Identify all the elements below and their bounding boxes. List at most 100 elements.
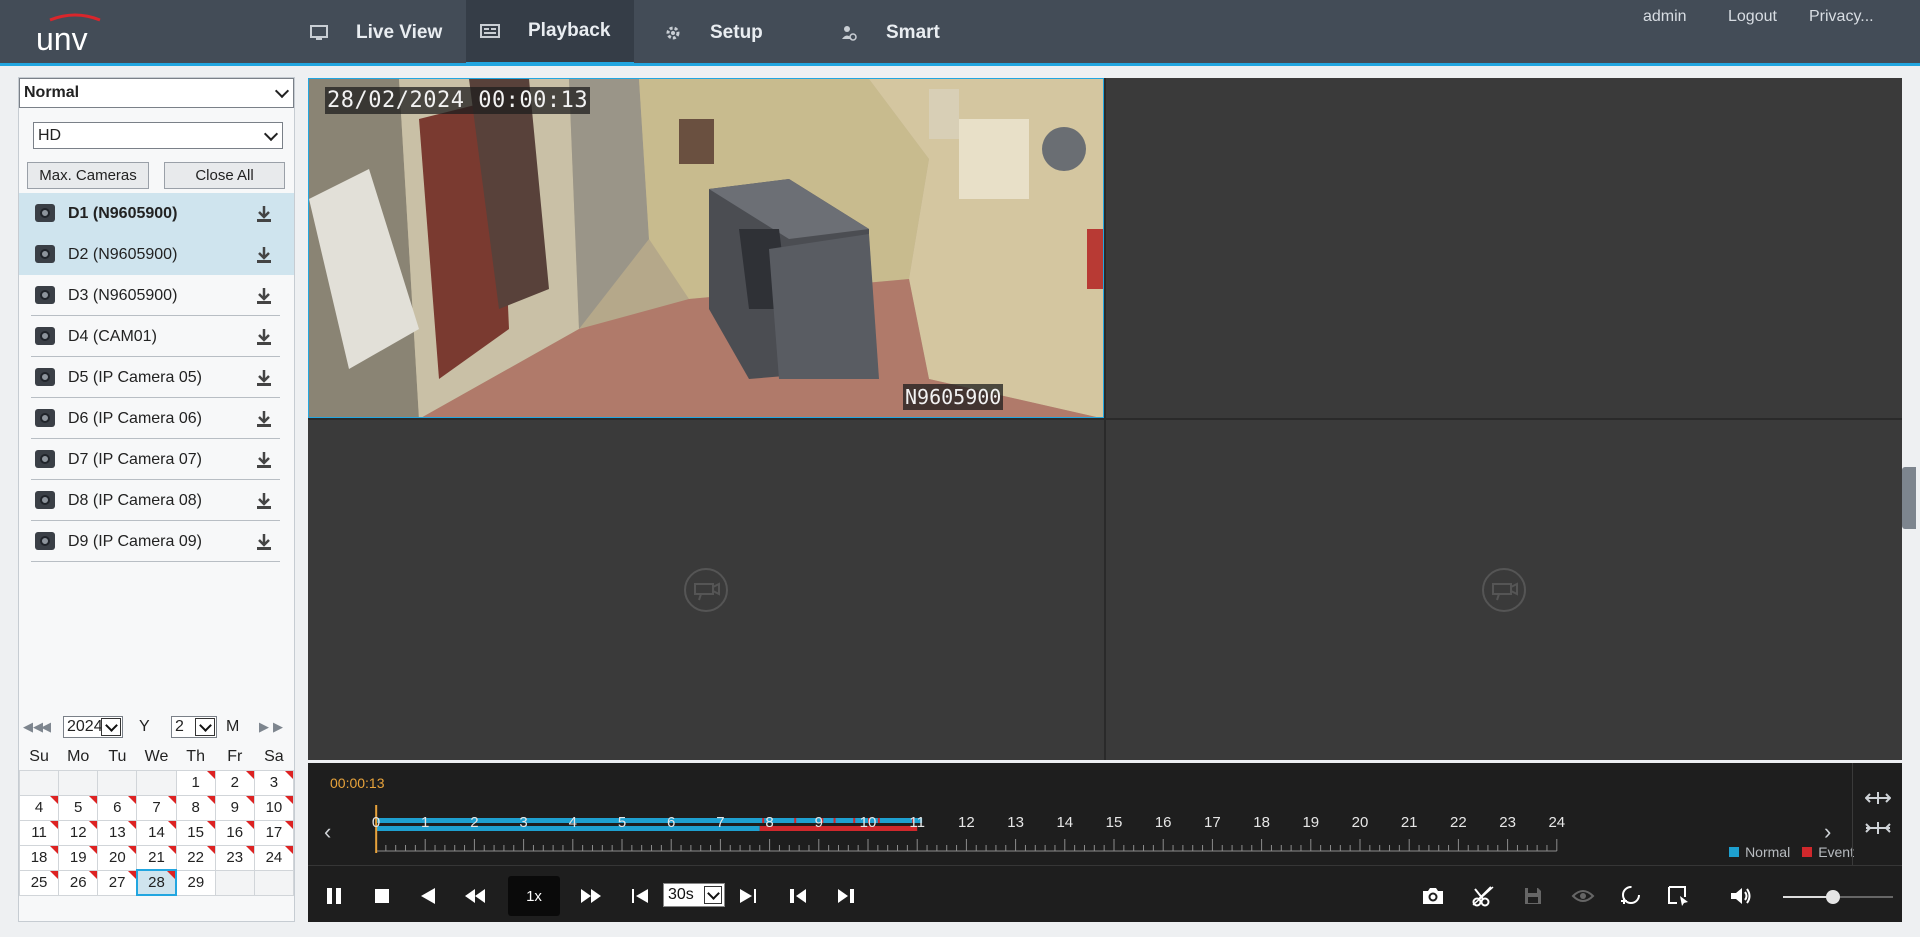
camera-item[interactable]: D4 (CAM01) bbox=[19, 316, 294, 357]
calendar-day[interactable]: 17 bbox=[253, 819, 295, 846]
calendar-day[interactable]: 19 bbox=[58, 844, 99, 871]
camera-item[interactable]: D7 (IP Camera 07) bbox=[19, 439, 294, 480]
calendar-day[interactable]: 1 bbox=[175, 769, 216, 796]
calendar-day[interactable]: 5 bbox=[58, 794, 99, 821]
previous-frame-button[interactable] bbox=[784, 876, 812, 916]
slow-down-button[interactable] bbox=[458, 876, 492, 916]
camera-item[interactable]: D1 (N9605900) bbox=[19, 193, 294, 234]
camera-item[interactable]: D6 (IP Camera 06) bbox=[19, 398, 294, 439]
calendar-day[interactable]: 8 bbox=[175, 794, 216, 821]
calendar-day[interactable]: 2 bbox=[214, 769, 255, 796]
calendar-day[interactable]: 28 bbox=[135, 869, 178, 896]
video-tile-4[interactable] bbox=[1106, 420, 1902, 760]
clip-button[interactable] bbox=[1468, 876, 1498, 916]
timeline-prev-icon[interactable]: ‹ bbox=[324, 819, 331, 845]
max-cameras-button[interactable]: Max. Cameras bbox=[27, 162, 149, 189]
calendar-day[interactable]: 15 bbox=[175, 819, 216, 846]
hour-label: 1 bbox=[421, 814, 430, 831]
month-select[interactable]: 2 bbox=[171, 716, 217, 738]
calendar-day[interactable]: 18 bbox=[18, 844, 60, 871]
calendar-day[interactable]: 9 bbox=[214, 794, 255, 821]
calendar-day[interactable]: 12 bbox=[58, 819, 99, 846]
calendar-empty-cell bbox=[253, 869, 295, 896]
download-icon[interactable] bbox=[256, 328, 272, 346]
snapshot-button[interactable] bbox=[1418, 876, 1448, 916]
mute-button[interactable] bbox=[1726, 876, 1756, 916]
next-year-icon[interactable]: ▶ bbox=[273, 719, 283, 735]
calendar-day[interactable]: 7 bbox=[136, 794, 177, 821]
privacy-link[interactable]: Privacy... bbox=[1809, 8, 1874, 26]
calendar-day[interactable]: 10 bbox=[253, 794, 295, 821]
stop-button[interactable] bbox=[368, 876, 396, 916]
calendar-day[interactable]: 25 bbox=[18, 869, 60, 896]
video-tile-1[interactable]: 28/02/2024 00:00:13 N9605900 bbox=[308, 78, 1104, 418]
jump-forward-button[interactable] bbox=[734, 876, 762, 916]
calendar-day[interactable]: 13 bbox=[97, 819, 138, 846]
previous-month-icon[interactable]: ◀ bbox=[41, 719, 51, 735]
download-icon[interactable] bbox=[256, 246, 272, 264]
camera-item[interactable]: D9 (IP Camera 09) bbox=[19, 521, 294, 562]
calendar-day[interactable]: 11 bbox=[18, 819, 60, 846]
nav-live-view[interactable]: Live View bbox=[296, 0, 460, 66]
video-tile-2[interactable] bbox=[1106, 78, 1902, 418]
volume-knob[interactable] bbox=[1825, 890, 1840, 904]
calendar-day[interactable]: 4 bbox=[18, 794, 60, 821]
previous-year-icon[interactable]: ◀◀ bbox=[23, 719, 43, 735]
camera-item[interactable]: D3 (N9605900) bbox=[19, 275, 294, 316]
calendar-day[interactable]: 14 bbox=[136, 819, 177, 846]
jump-back-button[interactable] bbox=[626, 876, 654, 916]
camera-item[interactable]: D2 (N9605900) bbox=[19, 234, 294, 275]
panel-collapse-handle[interactable] bbox=[1902, 467, 1916, 529]
event-marker bbox=[853, 818, 856, 823]
logout-link[interactable]: Logout bbox=[1728, 8, 1777, 26]
left-panel: Normal HD Max. Cameras Close All D1 (N96… bbox=[18, 77, 295, 922]
save-clip-button[interactable] bbox=[1518, 876, 1548, 916]
download-icon[interactable] bbox=[256, 410, 272, 428]
volume-slider[interactable] bbox=[1783, 890, 1893, 904]
download-icon[interactable] bbox=[256, 205, 272, 223]
nav-setup[interactable]: Setup bbox=[650, 0, 781, 66]
jump-interval-select[interactable]: 30s bbox=[663, 883, 725, 907]
stream-select[interactable]: HD bbox=[33, 122, 283, 149]
calendar-day[interactable]: 24 bbox=[253, 844, 295, 871]
calendar-day[interactable]: 6 bbox=[97, 794, 138, 821]
skip-forward-icon bbox=[740, 889, 756, 903]
download-icon[interactable] bbox=[256, 451, 272, 469]
normal-legend-label: Normal bbox=[1745, 844, 1791, 860]
calendar-day[interactable]: 26 bbox=[58, 869, 99, 896]
year-select[interactable]: 2024 bbox=[63, 716, 123, 738]
hour-label: 22 bbox=[1450, 814, 1467, 831]
3d-zoom-button[interactable] bbox=[1616, 876, 1646, 916]
calendar-day[interactable]: 3 bbox=[253, 769, 295, 796]
digital-zoom-button[interactable] bbox=[1568, 876, 1598, 916]
nav-playback[interactable]: Playback bbox=[466, 0, 634, 66]
calendar-day[interactable]: 22 bbox=[175, 844, 216, 871]
username-link[interactable]: admin bbox=[1643, 8, 1687, 26]
zoom-in-icon[interactable] bbox=[1865, 821, 1891, 835]
close-all-button[interactable]: Close All bbox=[164, 162, 285, 189]
download-icon[interactable] bbox=[256, 287, 272, 305]
calendar-day[interactable]: 20 bbox=[97, 844, 138, 871]
nav-smart[interactable]: Smart bbox=[826, 0, 958, 66]
tag-icon bbox=[1668, 886, 1688, 906]
pause-button[interactable] bbox=[320, 876, 348, 916]
camera-item[interactable]: D5 (IP Camera 05) bbox=[19, 357, 294, 398]
video-tile-3[interactable] bbox=[308, 420, 1104, 760]
tag-button[interactable] bbox=[1664, 876, 1694, 916]
zoom-out-icon[interactable] bbox=[1865, 791, 1891, 805]
calendar-day[interactable]: 29 bbox=[175, 869, 216, 896]
download-icon[interactable] bbox=[256, 533, 272, 551]
camera-item[interactable]: D8 (IP Camera 08) bbox=[19, 480, 294, 521]
calendar-day[interactable]: 23 bbox=[214, 844, 255, 871]
calendar-day[interactable]: 21 bbox=[136, 844, 177, 871]
playback-mode-select[interactable]: Normal bbox=[19, 78, 294, 108]
reverse-play-button[interactable] bbox=[414, 876, 442, 916]
zoom-rotate-icon bbox=[1621, 886, 1640, 904]
next-month-icon[interactable]: ▶ bbox=[259, 719, 269, 735]
next-frame-button[interactable] bbox=[832, 876, 860, 916]
download-icon[interactable] bbox=[256, 369, 272, 387]
calendar-day[interactable]: 16 bbox=[214, 819, 255, 846]
download-icon[interactable] bbox=[256, 492, 272, 510]
speed-up-button[interactable] bbox=[574, 876, 608, 916]
calendar-day[interactable]: 27 bbox=[97, 869, 138, 896]
